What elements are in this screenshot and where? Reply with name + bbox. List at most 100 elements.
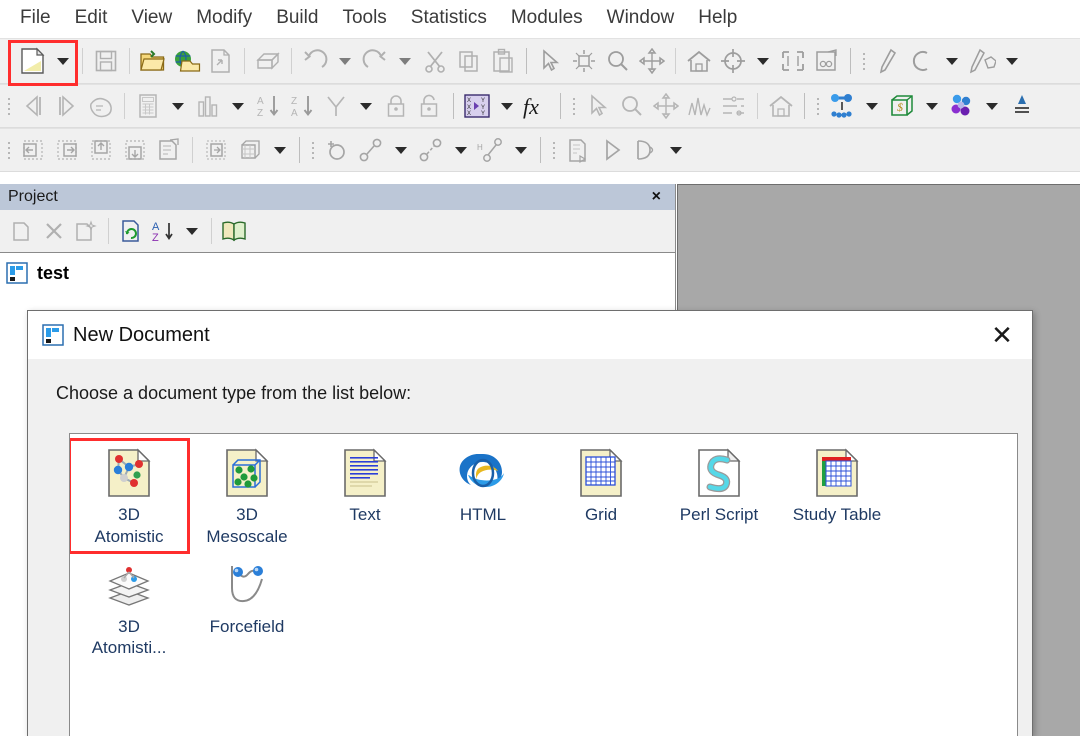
zoom-button-2[interactable] — [615, 89, 649, 123]
properties-button[interactable] — [152, 133, 186, 167]
home-view-button[interactable] — [682, 44, 716, 78]
pan-button[interactable] — [635, 44, 669, 78]
export-button[interactable] — [204, 44, 238, 78]
pointer-hand-button[interactable] — [84, 89, 118, 123]
torsion-dropdown-caret[interactable] — [508, 133, 534, 167]
bond-tool-button[interactable] — [825, 89, 859, 123]
new-document-button[interactable] — [16, 44, 50, 78]
print-button[interactable] — [251, 44, 285, 78]
animation-dropdown-caret[interactable] — [663, 133, 689, 167]
atoms-dropdown-caret[interactable] — [979, 89, 1005, 123]
sort-ascending-button[interactable]: A Z — [251, 89, 285, 123]
atoms-cluster-button[interactable] — [945, 89, 979, 123]
bond-angle-dropdown-caret[interactable] — [448, 133, 474, 167]
new-document-dropdown-caret[interactable] — [50, 44, 76, 78]
menu-statistics[interactable]: Statistics — [399, 5, 499, 31]
pencil-button[interactable] — [871, 44, 905, 78]
new-item-button[interactable] — [70, 215, 102, 247]
paste-button[interactable] — [486, 44, 520, 78]
arc-dropdown-caret[interactable] — [939, 44, 965, 78]
select-arrow-button-2[interactable] — [581, 89, 615, 123]
display-style-button[interactable] — [810, 44, 844, 78]
supercell-dropdown-caret[interactable] — [267, 133, 293, 167]
project-tree-item-test[interactable]: test — [6, 259, 675, 287]
cell-edit-button[interactable] — [199, 133, 233, 167]
chart-button[interactable] — [191, 89, 225, 123]
document-type-3d-atomistic-collection[interactable]: 3D Atomisti... — [70, 552, 188, 664]
bond-length-button[interactable] — [354, 133, 388, 167]
toolbar-grip[interactable] — [5, 47, 13, 75]
script-run-button[interactable] — [561, 133, 595, 167]
refresh-button[interactable] — [115, 215, 147, 247]
spectrum-button[interactable] — [683, 89, 717, 123]
dialog-close-button[interactable]: ✕ — [972, 311, 1032, 359]
pan-button-2[interactable] — [649, 89, 683, 123]
supercell-button[interactable] — [233, 133, 267, 167]
copy-button[interactable] — [452, 44, 486, 78]
document-type-forcefield[interactable]: Forcefield — [188, 552, 306, 664]
previous-frame-button[interactable] — [16, 89, 50, 123]
insert-above-button[interactable] — [84, 133, 118, 167]
center-target-button[interactable] — [716, 44, 750, 78]
toolbar-grip[interactable] — [550, 136, 558, 164]
chart-dropdown-caret[interactable] — [225, 89, 251, 123]
document-type-perl-script[interactable]: Perl Script — [660, 440, 778, 552]
undo-button[interactable] — [298, 44, 332, 78]
rotate-button[interactable] — [567, 44, 601, 78]
crystal-dropdown-caret[interactable] — [919, 89, 945, 123]
lock-button[interactable] — [379, 89, 413, 123]
zoom-button[interactable] — [601, 44, 635, 78]
function-fx-button[interactable]: fx — [520, 89, 554, 123]
filter-button[interactable] — [319, 89, 353, 123]
toolbar-grip[interactable] — [5, 92, 13, 120]
document-type-text[interactable]: Text — [306, 440, 424, 552]
redo-dropdown-caret[interactable] — [392, 44, 418, 78]
insert-below-button[interactable] — [118, 133, 152, 167]
sort-az-button[interactable]: A Z — [147, 215, 179, 247]
open-project-button[interactable] — [136, 44, 170, 78]
bond-angle-button[interactable] — [414, 133, 448, 167]
document-type-grid[interactable]: Grid — [542, 440, 660, 552]
toolbar-grip[interactable] — [814, 92, 822, 120]
play-button[interactable] — [595, 133, 629, 167]
menu-modules[interactable]: Modules — [499, 5, 595, 31]
menu-view[interactable]: View — [119, 5, 184, 31]
menu-tools[interactable]: Tools — [330, 5, 398, 31]
calculator-button[interactable] — [131, 89, 165, 123]
document-type-3d-mesoscale[interactable]: 3D Mesoscale — [188, 440, 306, 552]
new-folder-button[interactable] — [6, 215, 38, 247]
bond-dropdown-caret[interactable] — [859, 89, 885, 123]
menu-edit[interactable]: Edit — [63, 5, 120, 31]
insert-right-button[interactable] — [50, 133, 84, 167]
toolbar-grip[interactable] — [860, 47, 868, 75]
cut-button[interactable] — [418, 44, 452, 78]
unlock-button[interactable] — [413, 89, 447, 123]
arc-button[interactable] — [905, 44, 939, 78]
sort-descending-button[interactable]: Z A — [285, 89, 319, 123]
menu-help[interactable]: Help — [686, 5, 749, 31]
insert-left-button[interactable] — [16, 133, 50, 167]
fit-to-screen-button[interactable] — [776, 44, 810, 78]
toolbar-grip[interactable] — [309, 136, 317, 164]
undo-dropdown-caret[interactable] — [332, 44, 358, 78]
save-button[interactable] — [89, 44, 123, 78]
document-type-study-table[interactable]: Study Table — [778, 440, 896, 552]
toolbar-grip[interactable] — [570, 92, 578, 120]
menu-modify[interactable]: Modify — [184, 5, 264, 31]
project-panel-close-button[interactable]: × — [646, 188, 667, 206]
xy-data-dropdown-caret[interactable] — [494, 89, 520, 123]
next-frame-button[interactable] — [50, 89, 84, 123]
sort-dropdown-caret[interactable] — [179, 214, 205, 248]
menu-window[interactable]: Window — [595, 5, 687, 31]
animation-button[interactable] — [629, 133, 663, 167]
document-type-html[interactable]: HTML — [424, 440, 542, 552]
library-book-button[interactable] — [218, 215, 250, 247]
filter-dropdown-caret[interactable] — [353, 89, 379, 123]
more-tools-caret[interactable] — [999, 44, 1025, 78]
select-arrow-button[interactable] — [533, 44, 567, 78]
hierarchy-button[interactable] — [717, 89, 751, 123]
document-type-3d-atomistic[interactable]: 3D Atomistic — [70, 438, 190, 554]
calculator-dropdown-caret[interactable] — [165, 89, 191, 123]
toolbar-grip[interactable] — [5, 136, 13, 164]
bond-length-dropdown-caret[interactable] — [388, 133, 414, 167]
